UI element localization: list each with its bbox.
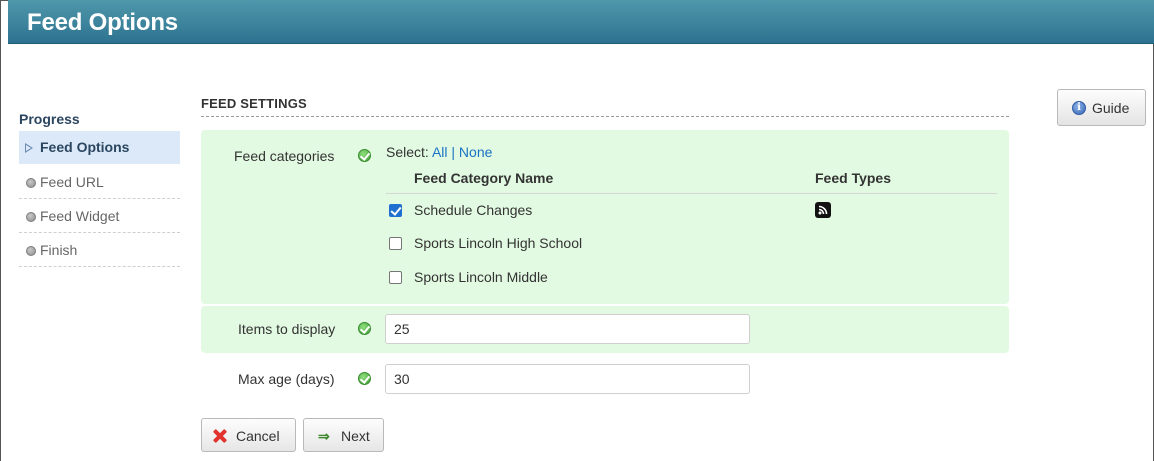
category-checkbox-schedule-changes[interactable] bbox=[389, 204, 402, 217]
cancel-button[interactable]: Cancel bbox=[201, 418, 296, 452]
check-circle-icon bbox=[358, 322, 371, 335]
step-bullet-icon bbox=[26, 212, 36, 222]
category-name: Schedule Changes bbox=[414, 202, 533, 218]
select-separator: | bbox=[451, 144, 456, 160]
page-title: Feed Options bbox=[27, 9, 178, 36]
sidebar-item-label: Feed Options bbox=[40, 139, 130, 155]
select-prefix: Select: bbox=[386, 144, 429, 160]
step-bullet-icon bbox=[26, 246, 36, 256]
sidebar-item-feed-url[interactable]: Feed URL bbox=[19, 166, 180, 199]
items-to-display-label: Items to display bbox=[238, 321, 336, 337]
category-name: Sports Lincoln High School bbox=[414, 235, 583, 251]
column-header-category-name: Feed Category Name bbox=[414, 170, 554, 186]
cancel-button-label: Cancel bbox=[236, 428, 280, 444]
max-age-label: Max age (days) bbox=[238, 371, 335, 387]
section-divider bbox=[201, 116, 1009, 117]
items-to-display-input[interactable] bbox=[385, 314, 750, 344]
section-title: FEED SETTINGS bbox=[201, 96, 307, 111]
sidebar-item-feed-options[interactable]: Feed Options bbox=[19, 131, 180, 164]
next-button[interactable]: ⇒ Next bbox=[303, 418, 384, 452]
table-header-divider bbox=[386, 193, 997, 194]
max-age-input[interactable] bbox=[385, 364, 750, 394]
x-icon bbox=[213, 429, 227, 443]
sidebar-item-label: Feed URL bbox=[40, 174, 104, 190]
check-circle-icon bbox=[358, 149, 371, 162]
info-icon: i bbox=[1072, 101, 1086, 115]
arrow-right-icon: ⇒ bbox=[318, 428, 330, 444]
select-all-link[interactable]: All bbox=[432, 144, 448, 160]
sidebar-item-feed-widget[interactable]: Feed Widget bbox=[19, 200, 180, 233]
next-button-label: Next bbox=[341, 428, 370, 444]
sidebar-item-finish[interactable]: Finish bbox=[19, 234, 180, 267]
category-checkbox-sports-lincoln-middle[interactable] bbox=[389, 271, 402, 284]
category-checkbox-sports-lincoln-high[interactable] bbox=[389, 237, 402, 250]
guide-button[interactable]: i Guide bbox=[1057, 89, 1146, 126]
rss-icon[interactable] bbox=[815, 202, 831, 218]
select-links: Select: All | None bbox=[386, 144, 492, 160]
category-name: Sports Lincoln Middle bbox=[414, 269, 548, 285]
column-header-feed-types: Feed Types bbox=[815, 170, 891, 186]
check-circle-icon bbox=[358, 372, 371, 385]
sidebar-item-label: Feed Widget bbox=[40, 208, 120, 224]
feed-categories-label: Feed categories bbox=[234, 148, 335, 164]
guide-button-label: Guide bbox=[1092, 100, 1130, 116]
select-none-link[interactable]: None bbox=[459, 144, 492, 160]
progress-title: Progress bbox=[19, 111, 80, 127]
current-step-icon bbox=[25, 143, 33, 153]
sidebar-item-label: Finish bbox=[40, 242, 78, 258]
page-header: Feed Options bbox=[8, 0, 1154, 44]
step-bullet-icon bbox=[26, 178, 36, 188]
